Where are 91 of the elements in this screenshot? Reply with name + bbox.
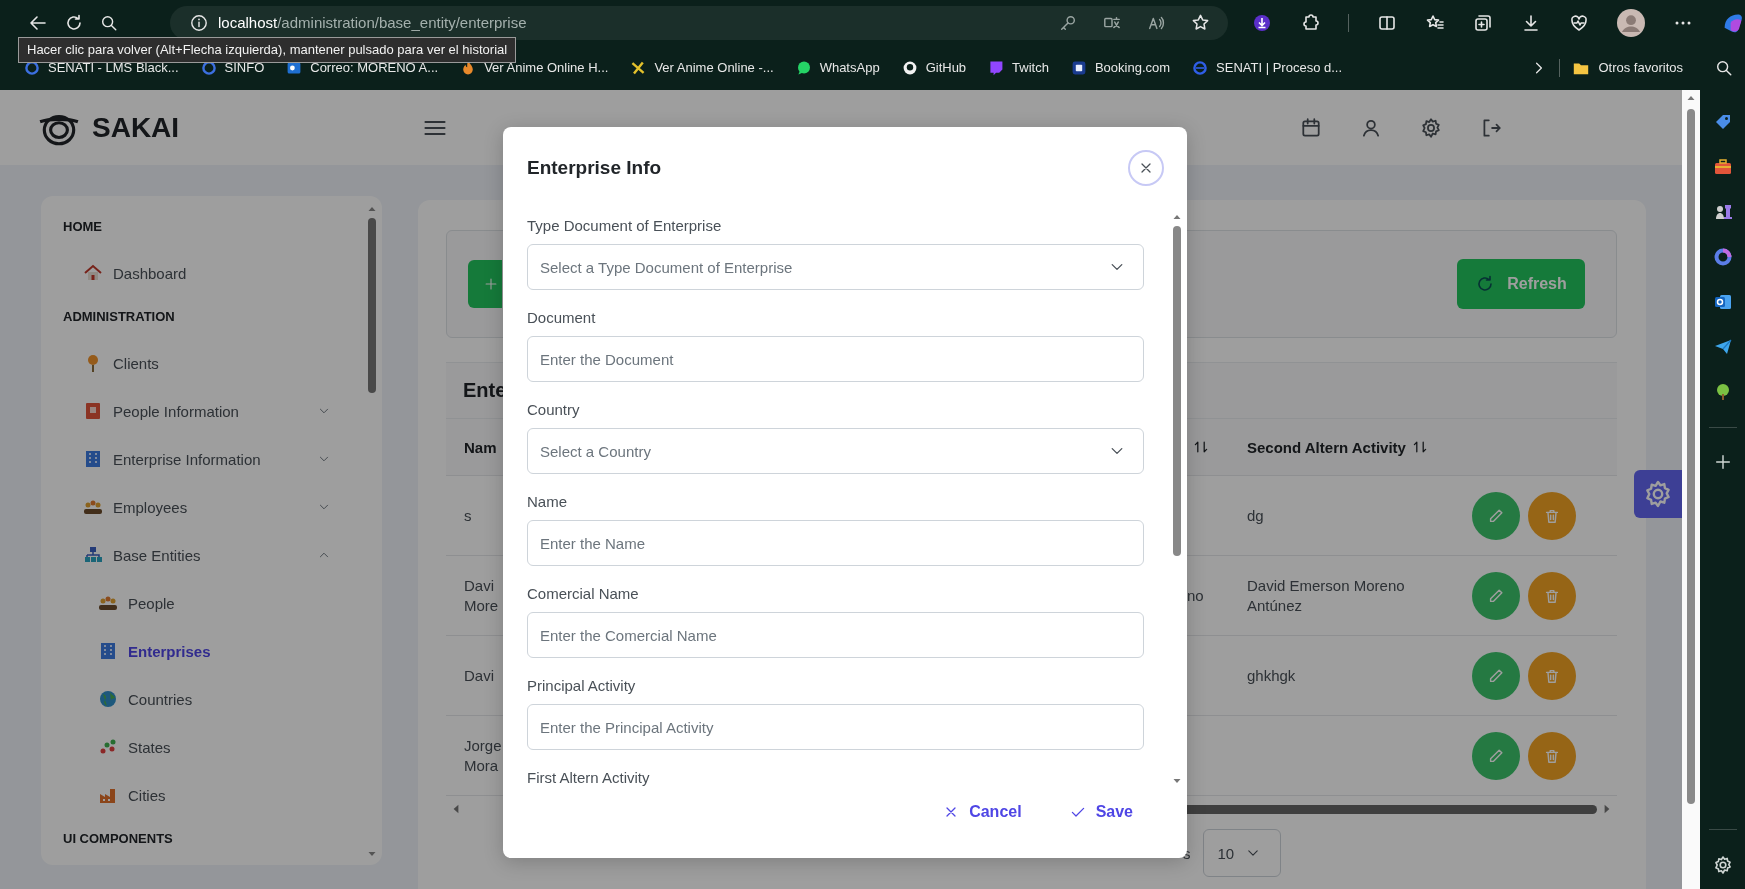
save-button[interactable]: Save: [1057, 792, 1145, 832]
table-cell: ghkhgk: [1247, 665, 1296, 686]
info-icon: [190, 13, 208, 32]
heart-pulse-icon[interactable]: [1569, 12, 1589, 33]
table-cell: Jorge Mora: [464, 735, 503, 776]
sort-icon[interactable]: [1411, 439, 1428, 455]
ring-icon[interactable]: [1712, 247, 1733, 267]
table-cell-text: David Emerson Moreno Antúnez: [1247, 575, 1406, 616]
menu-item[interactable]: Clients: [63, 339, 366, 387]
menu-item[interactable]: States: [63, 723, 366, 771]
tooltip: Hacer clic para volver (Alt+Flecha izquierda), mantener pulsado para ver el historial: [18, 37, 517, 63]
scrollbar-thumb[interactable]: [1687, 109, 1695, 804]
menu-item[interactable]: Base Entities: [63, 531, 366, 579]
cancel-button[interactable]: Cancel: [931, 792, 1034, 832]
field-label: Name: [527, 493, 568, 511]
collections-icon[interactable]: [1473, 12, 1493, 33]
building-icon: [83, 449, 103, 469]
address-bar[interactable]: localhost/administration/base_entity/enterprise: [170, 5, 1228, 40]
chat-bubble-icon: [795, 59, 812, 76]
field-label: Country: [527, 401, 581, 419]
globe-icon: [98, 689, 118, 709]
search-icon[interactable]: [1715, 58, 1733, 77]
table-cell-text: Davi More: [464, 575, 500, 616]
circle-icon: [901, 59, 918, 76]
field-label: First Altern Activity: [527, 769, 651, 787]
mail-app-icon[interactable]: [1712, 292, 1733, 312]
bookmark[interactable]: WhatsApp: [795, 59, 880, 76]
settings-button[interactable]: [1634, 470, 1682, 518]
dialog-title: Enterprise Info: [527, 156, 662, 179]
table-cell-text: s: [464, 505, 473, 526]
settings-icon: [1643, 479, 1673, 509]
sort-icon[interactable]: [1193, 439, 1209, 455]
table-cell: no: [1187, 585, 1204, 606]
field-label: Document: [527, 309, 597, 327]
menu-item[interactable]: Enterprises: [63, 627, 366, 675]
chat-bubble-icon: [988, 59, 1005, 76]
hierarchy-icon: [83, 545, 103, 565]
bookmark[interactable]: SENATI | Proceso d...: [1192, 59, 1343, 76]
menu-item[interactable]: Countries: [63, 675, 366, 723]
calendar-icon[interactable]: [1300, 116, 1322, 139]
search-icon[interactable]: [100, 13, 118, 32]
menu-item[interactable]: Employees: [63, 483, 366, 531]
settings-icon[interactable]: [1420, 116, 1442, 139]
dropdown[interactable]: Select a Type Document of Enterprise: [527, 244, 1144, 290]
address-book-icon: [83, 401, 103, 421]
rows-per-page-dropdown[interactable]: 10: [1202, 829, 1281, 877]
key-icon[interactable]: [1059, 13, 1077, 32]
bookmark[interactable]: Ver Anime Online -...: [630, 59, 774, 76]
refresh-icon[interactable]: [64, 12, 84, 33]
dropdown[interactable]: Select a Country: [527, 428, 1144, 474]
input-field[interactable]: Enter the Comercial Name: [527, 612, 1144, 658]
avatar[interactable]: [1617, 8, 1645, 37]
puzzle-icon[interactable]: [1300, 12, 1320, 33]
field-label: Principal Activity: [527, 677, 637, 695]
bookmark[interactable]: Booking.com: [1070, 59, 1171, 76]
input-field[interactable]: Enter the Principal Activity: [527, 704, 1144, 750]
logo-text: SAKAI: [92, 111, 180, 144]
scrollbar[interactable]: [1682, 90, 1700, 889]
column-header: Nam: [464, 438, 497, 456]
download-icon[interactable]: [1521, 12, 1541, 33]
field-label: Comercial Name: [527, 585, 640, 603]
building-icon: [98, 641, 118, 661]
bookmark[interactable]: GitHub: [901, 59, 967, 76]
field-label: Type Document of Enterprise: [527, 217, 723, 235]
menu-item[interactable]: Enterprise Information: [63, 435, 366, 483]
bookmark[interactable]: Twitch: [988, 59, 1049, 76]
house-icon: [83, 263, 103, 283]
column-header: Second Altern Activity: [1247, 438, 1406, 456]
download-badge-icon[interactable]: [1252, 12, 1272, 33]
plus-icon: [484, 277, 498, 291]
table-cell-text: Davi: [464, 665, 495, 686]
menu-item[interactable]: Cities: [63, 771, 366, 819]
scrollbar-thumb[interactable]: [368, 218, 376, 393]
menu-item[interactable]: Dashboard: [63, 249, 366, 297]
section-title: UI COMPONENTS: [63, 830, 174, 848]
briefcase-icon[interactable]: [1712, 157, 1733, 177]
spark-icon: [630, 59, 647, 76]
input-field[interactable]: Enter the Document: [527, 336, 1144, 382]
bookmark-folder[interactable]: Otros favoritos: [1572, 58, 1683, 77]
square-icon: [1070, 59, 1087, 76]
url-text: localhost/administration/base_entity/enterprise: [218, 14, 527, 31]
table-cell: dg: [1247, 505, 1264, 526]
scrollbar-thumb[interactable]: [1173, 226, 1181, 556]
settings-icon[interactable]: [1712, 855, 1733, 875]
star-icon[interactable]: [1191, 13, 1210, 32]
input-field[interactable]: Enter the Name: [527, 520, 1144, 566]
menu-item[interactable]: People Information: [63, 387, 366, 435]
section-title: HOME: [63, 218, 103, 236]
plus-icon[interactable]: [1713, 453, 1732, 471]
menu-item[interactable]: People: [63, 579, 366, 627]
section-title: ADMINISTRATION: [63, 308, 176, 326]
